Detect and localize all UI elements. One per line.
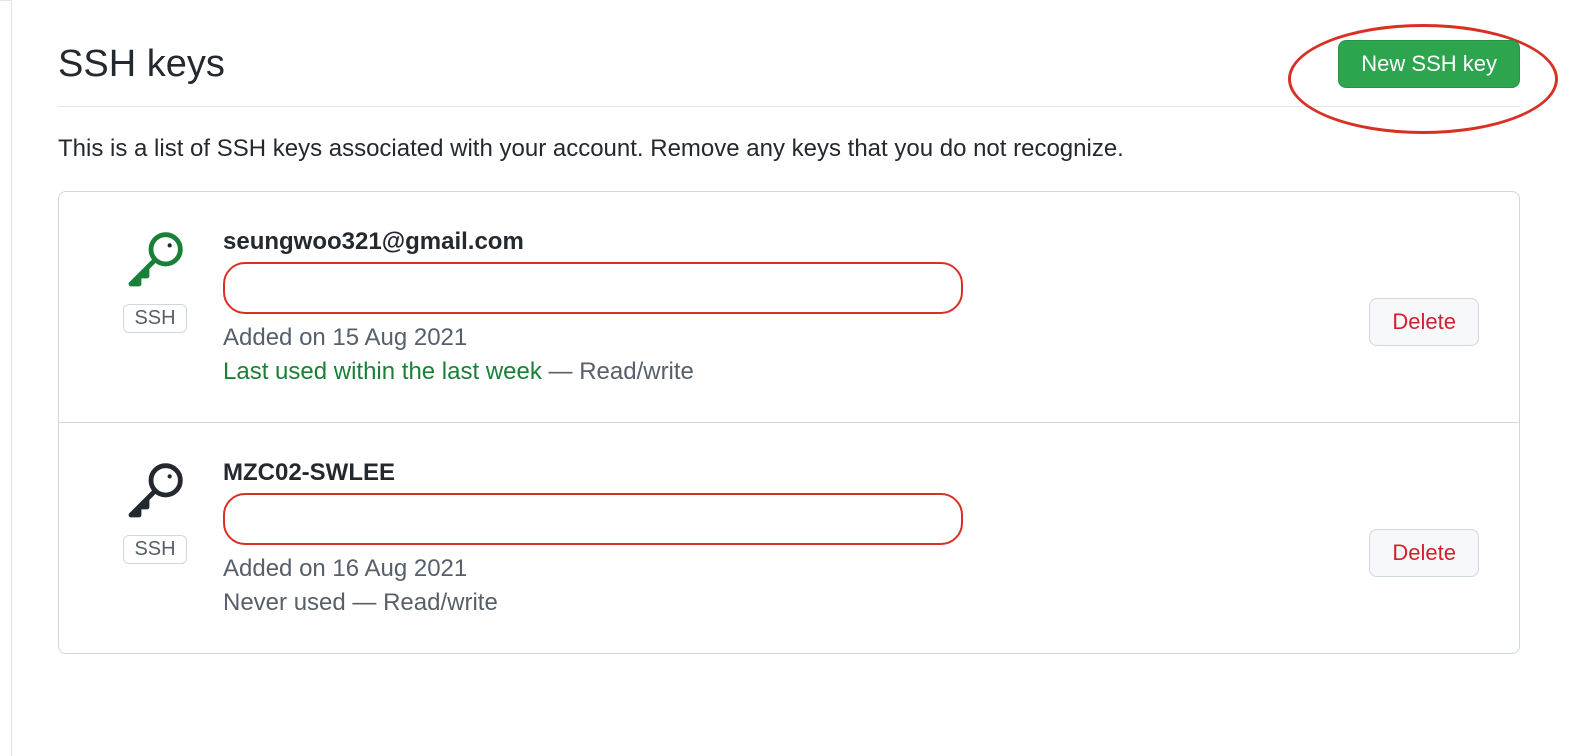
key-added-date: Added on 15 Aug 2021 — [223, 324, 1349, 352]
key-usage-row: Last used within the last week — Read/wr… — [223, 358, 1349, 386]
key-usage-row: Never used — Read/write — [223, 589, 1349, 617]
key-icon — [123, 228, 187, 292]
redacted-fingerprint-annotation — [223, 493, 963, 545]
page-title: SSH keys — [58, 43, 225, 86]
key-added-date: Added on 16 Aug 2021 — [223, 555, 1349, 583]
delete-key-button[interactable]: Delete — [1369, 529, 1479, 577]
key-info: MZC02-SWLEE Added on 16 Aug 2021 Never u… — [223, 459, 1349, 617]
key-last-used: Never used — [223, 589, 346, 616]
key-title: seungwoo321@gmail.com — [223, 228, 1349, 256]
ssh-key-item: SSH MZC02-SWLEE Added on 16 Aug 2021 Nev… — [59, 423, 1519, 653]
description-text: This is a list of SSH keys associated wi… — [58, 135, 1520, 163]
ssh-key-item: SSH seungwoo321@gmail.com Added on 15 Au… — [59, 192, 1519, 423]
usage-separator: — — [549, 358, 580, 385]
main-container: SSH keys New SSH key This is a list of S… — [0, 0, 1578, 694]
key-permission: Read/write — [383, 589, 498, 616]
key-permission: Read/write — [579, 358, 694, 385]
key-last-used: Last used within the last week — [223, 358, 542, 385]
key-icon — [123, 459, 187, 523]
ssh-badge: SSH — [123, 535, 186, 564]
key-info: seungwoo321@gmail.com Added on 15 Aug 20… — [223, 228, 1349, 386]
key-icon-column: SSH — [119, 459, 191, 564]
new-ssh-key-button[interactable]: New SSH key — [1338, 40, 1520, 88]
key-title: MZC02-SWLEE — [223, 459, 1349, 487]
usage-separator: — — [352, 589, 383, 616]
ssh-badge: SSH — [123, 304, 186, 333]
key-icon-column: SSH — [119, 228, 191, 333]
redacted-fingerprint-annotation — [223, 262, 963, 314]
delete-key-button[interactable]: Delete — [1369, 298, 1479, 346]
ssh-keys-list: SSH seungwoo321@gmail.com Added on 15 Au… — [58, 191, 1520, 654]
header-row: SSH keys New SSH key — [58, 40, 1520, 107]
